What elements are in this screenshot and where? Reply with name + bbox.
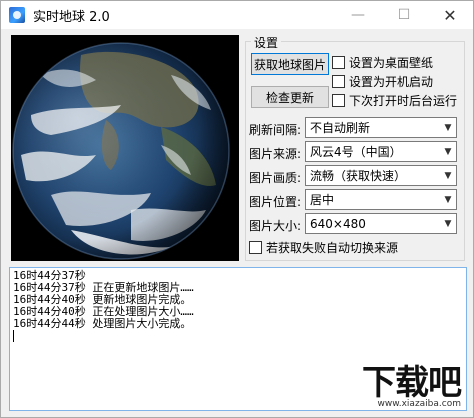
wallpaper-checkbox-label: 设置为桌面壁纸 (349, 56, 434, 70)
image-quality-select[interactable]: 流畅（获取快速） ▼ (305, 165, 457, 186)
image-position-select[interactable]: 居中 ▼ (305, 189, 457, 210)
settings-group-title: 设置 (251, 34, 282, 51)
watermark-logo-text: 下载吧 (362, 363, 462, 403)
startup-checkbox-label: 设置为开机启动 (349, 75, 434, 89)
image-quality-value: 流畅（获取快速） (310, 169, 407, 183)
image-position-label: 图片位置: (249, 195, 302, 209)
log-line: 16时44分44秒 处理图片大小完成。 (13, 317, 192, 330)
refresh-interval-value: 不自动刷新 (310, 121, 371, 135)
image-size-label: 图片大小: (249, 219, 302, 233)
fetch-earth-image-button[interactable]: 获取地球图片 (251, 53, 329, 75)
wallpaper-checkbox[interactable] (332, 56, 345, 69)
earth-image (11, 35, 239, 261)
background-run-checkbox[interactable] (332, 94, 345, 107)
minimize-button[interactable]: — (335, 1, 381, 29)
chevron-down-icon: ▼ (444, 122, 452, 133)
app-window: 实时地球 2.0 — ☐ ✕ 设置 获取地球图片 检查更新 设置为桌面壁纸 设置… (0, 0, 474, 418)
title-bar[interactable]: 实时地球 2.0 — ☐ ✕ (1, 1, 473, 29)
chevron-down-icon: ▼ (444, 194, 452, 205)
background-run-checkbox-row[interactable]: 下次打开时后台运行 (332, 92, 457, 109)
refresh-interval-label: 刷新间隔: (249, 123, 302, 137)
refresh-interval-select[interactable]: 不自动刷新 ▼ (305, 117, 457, 138)
background-run-checkbox-label: 下次打开时后台运行 (349, 94, 458, 108)
auto-switch-checkbox-label: 若获取失败自动切换来源 (266, 241, 399, 255)
app-icon (9, 7, 25, 23)
image-size-select[interactable]: 640×480 ▼ (305, 213, 457, 234)
auto-switch-checkbox-row[interactable]: 若获取失败自动切换来源 (249, 239, 398, 256)
image-source-label: 图片来源: (249, 147, 302, 161)
window-controls: — ☐ ✕ (335, 1, 473, 29)
image-size-value: 640×480 (310, 216, 366, 231)
chevron-down-icon: ▼ (444, 146, 452, 157)
check-update-button[interactable]: 检查更新 (251, 86, 329, 108)
chevron-down-icon: ▼ (444, 218, 452, 229)
image-source-value: 风云4号（中国） (310, 145, 402, 159)
startup-checkbox[interactable] (332, 75, 345, 88)
chevron-down-icon: ▼ (444, 170, 452, 181)
startup-checkbox-row[interactable]: 设置为开机启动 (332, 73, 433, 90)
watermark-url: www.xiazaiba.com (377, 399, 461, 409)
text-caret (13, 330, 14, 342)
watermark: 下载吧 www.xiazaiba.com (362, 363, 462, 409)
wallpaper-checkbox-row[interactable]: 设置为桌面壁纸 (332, 54, 433, 71)
image-position-value: 居中 (310, 193, 335, 207)
image-quality-label: 图片画质: (249, 171, 302, 185)
close-button[interactable]: ✕ (427, 1, 473, 29)
image-source-select[interactable]: 风云4号（中国） ▼ (305, 141, 457, 162)
auto-switch-checkbox[interactable] (249, 241, 262, 254)
maximize-button[interactable]: ☐ (381, 1, 427, 29)
window-title: 实时地球 2.0 (33, 9, 110, 25)
